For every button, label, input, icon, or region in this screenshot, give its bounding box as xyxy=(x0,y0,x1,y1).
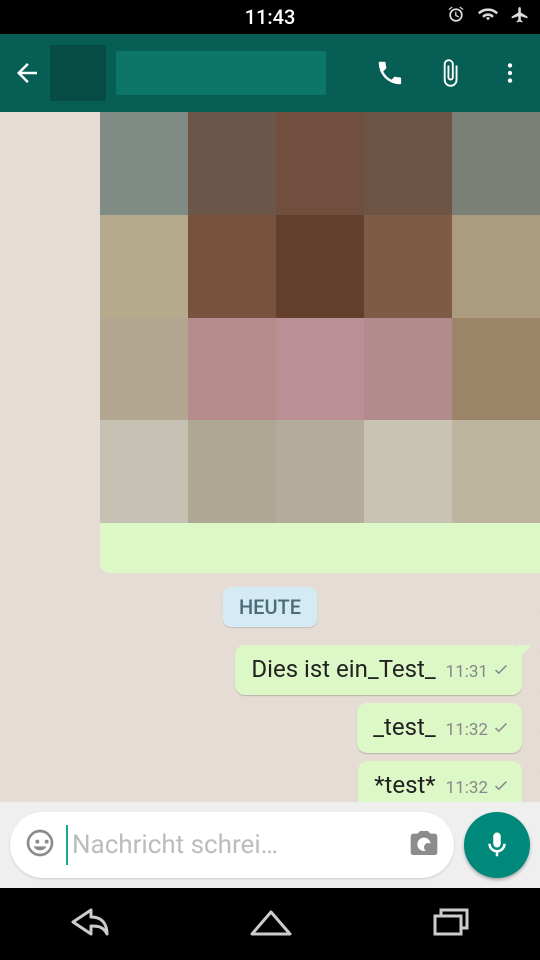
message-time: 11:31 xyxy=(446,662,488,682)
app-bar xyxy=(0,34,540,112)
text-cursor xyxy=(66,825,68,865)
contact-avatar[interactable] xyxy=(50,45,106,101)
nav-recent-icon[interactable] xyxy=(431,906,471,942)
message-meta: 11:32 xyxy=(446,718,510,741)
message-meta: 11:32 xyxy=(446,776,510,799)
input-placeholder: Nachricht schrei… xyxy=(72,830,408,860)
alarm-icon xyxy=(446,5,466,30)
message-input[interactable]: Nachricht schrei… xyxy=(10,812,454,878)
message-bubble[interactable]: _test_ 11:32 xyxy=(357,703,522,753)
emoji-icon[interactable] xyxy=(24,827,56,863)
input-bar: Nachricht schrei… xyxy=(0,802,540,888)
check-icon xyxy=(492,718,510,741)
status-time: 11:43 xyxy=(245,5,296,29)
image-message[interactable] xyxy=(100,112,540,573)
status-bar: 11:43 xyxy=(0,0,540,34)
date-separator: HEUTE xyxy=(223,587,317,627)
message-text: Dies ist ein_Test_ xyxy=(251,655,435,683)
android-nav-bar xyxy=(0,888,540,960)
chat-area[interactable]: HEUTE Dies ist ein_Test_ 11:31 _test_ 11… xyxy=(0,112,540,802)
message-time: 11:32 xyxy=(446,720,488,740)
back-button[interactable] xyxy=(0,58,50,88)
status-icons xyxy=(446,0,530,34)
message-text: *test* xyxy=(374,771,436,799)
message-bubble[interactable]: Dies ist ein_Test_ 11:31 xyxy=(235,645,522,695)
nav-home-icon[interactable] xyxy=(248,906,294,942)
more-button[interactable] xyxy=(480,60,540,86)
message-bubble[interactable]: *test* 11:32 xyxy=(358,761,522,802)
message-meta: 11:31 xyxy=(446,660,510,683)
check-icon xyxy=(492,660,510,683)
image-attachment[interactable] xyxy=(100,112,540,523)
airplane-icon xyxy=(510,5,530,30)
voice-record-button[interactable] xyxy=(464,812,530,878)
camera-icon[interactable] xyxy=(408,827,440,863)
attach-button[interactable] xyxy=(420,58,480,88)
message-text: _test_ xyxy=(373,713,435,741)
contact-name[interactable] xyxy=(116,51,326,95)
message-time: 11:32 xyxy=(446,778,488,798)
wifi-icon xyxy=(478,5,498,30)
nav-back-icon[interactable] xyxy=(69,906,111,942)
check-icon xyxy=(492,776,510,799)
call-button[interactable] xyxy=(360,58,420,88)
